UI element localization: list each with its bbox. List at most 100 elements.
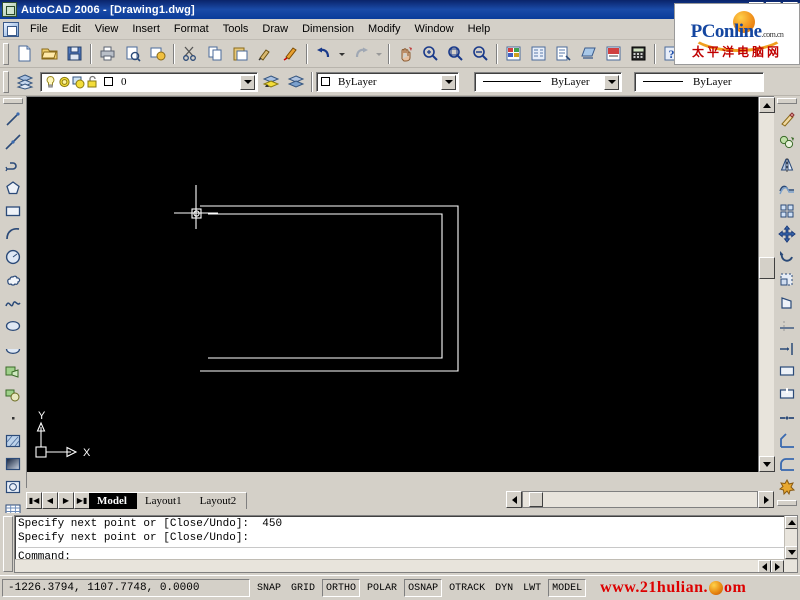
make-object-layer-current-icon[interactable] bbox=[259, 70, 282, 93]
tab-layout2[interactable]: Layout2 bbox=[191, 492, 248, 509]
scroll-up-button[interactable] bbox=[759, 97, 775, 113]
menu-item-view[interactable]: View bbox=[88, 21, 126, 37]
drawing-canvas[interactable]: Y X bbox=[27, 97, 758, 472]
fillet-icon[interactable] bbox=[776, 452, 799, 475]
plot-preview-icon[interactable] bbox=[121, 42, 144, 65]
redo-icon[interactable] bbox=[349, 42, 372, 65]
scale-icon[interactable] bbox=[776, 268, 799, 291]
paste-icon[interactable] bbox=[229, 42, 252, 65]
tool-palettes-icon[interactable] bbox=[552, 42, 575, 65]
document-control-icon[interactable] bbox=[3, 21, 19, 37]
plot-icon[interactable] bbox=[96, 42, 119, 65]
insert-block-icon[interactable] bbox=[2, 360, 25, 383]
polygon-icon[interactable] bbox=[2, 176, 25, 199]
color-control-combo[interactable]: ByLayer bbox=[316, 71, 459, 92]
tab-layout1[interactable]: Layout1 bbox=[136, 492, 193, 509]
array-icon[interactable] bbox=[776, 199, 799, 222]
redo-dropdown-icon[interactable] bbox=[374, 42, 384, 65]
lineweight-control-combo[interactable]: ByLayer bbox=[634, 71, 764, 92]
linetype-control-combo[interactable]: ByLayer bbox=[474, 71, 622, 92]
designcenter-icon[interactable] bbox=[527, 42, 550, 65]
layer-properties-manager-icon[interactable] bbox=[13, 70, 36, 93]
ellipse-icon[interactable] bbox=[2, 314, 25, 337]
markup-set-manager-icon[interactable] bbox=[602, 42, 625, 65]
tab-nav-first[interactable]: ▮◀ bbox=[26, 492, 42, 509]
cmd-scroll-right-button[interactable] bbox=[771, 560, 784, 572]
new-icon[interactable] bbox=[13, 42, 36, 65]
cut-icon[interactable] bbox=[179, 42, 202, 65]
make-block-icon[interactable] bbox=[2, 383, 25, 406]
menu-item-draw[interactable]: Draw bbox=[255, 21, 295, 37]
cmd-scroll-left-button[interactable] bbox=[758, 560, 771, 572]
circle-icon[interactable] bbox=[2, 245, 25, 268]
status-toggle-otrack[interactable]: OTRACK bbox=[446, 579, 488, 597]
block-editor-icon[interactable] bbox=[279, 42, 302, 65]
toolbar-grip[interactable] bbox=[777, 98, 797, 104]
break-icon[interactable] bbox=[776, 383, 799, 406]
status-toggle-osnap[interactable]: OSNAP bbox=[404, 579, 443, 597]
hatch-icon[interactable] bbox=[2, 429, 25, 452]
scroll-thumb[interactable] bbox=[759, 257, 775, 279]
layer-state-icons[interactable] bbox=[41, 75, 100, 89]
menu-item-dimension[interactable]: Dimension bbox=[295, 21, 361, 37]
quick-calc-icon[interactable] bbox=[627, 42, 650, 65]
layer-control-combo[interactable]: 0 bbox=[40, 71, 258, 92]
undo-dropdown-icon[interactable] bbox=[337, 42, 347, 65]
rectangle-icon[interactable] bbox=[2, 199, 25, 222]
menu-item-edit[interactable]: Edit bbox=[55, 21, 88, 37]
tab-nav-prev[interactable]: ◀ bbox=[42, 492, 58, 509]
explode-icon[interactable] bbox=[776, 475, 799, 498]
menu-item-insert[interactable]: Insert bbox=[125, 21, 167, 37]
ellipse-arc-icon[interactable] bbox=[2, 337, 25, 360]
tab-nav-last[interactable]: ▶▮ bbox=[74, 492, 90, 509]
toolbar-grip[interactable] bbox=[3, 98, 23, 104]
hscroll-thumb[interactable] bbox=[529, 492, 543, 507]
chevron-down-icon[interactable] bbox=[441, 74, 456, 90]
menu-item-tools[interactable]: Tools bbox=[216, 21, 256, 37]
canvas-vertical-scrollbar[interactable] bbox=[758, 97, 775, 472]
hscroll-left-button[interactable] bbox=[506, 491, 522, 508]
zoom-realtime-icon[interactable] bbox=[419, 42, 442, 65]
command-horizontal-scrollbar[interactable] bbox=[15, 559, 797, 572]
menu-item-window[interactable]: Window bbox=[407, 21, 460, 37]
status-toggle-snap[interactable]: SNAP bbox=[254, 579, 284, 597]
scroll-down-button[interactable] bbox=[759, 456, 775, 472]
copy-object-icon[interactable] bbox=[776, 130, 799, 153]
chevron-down-icon[interactable] bbox=[240, 74, 255, 90]
toolbar-grip[interactable] bbox=[777, 500, 797, 506]
status-toggle-polar[interactable]: POLAR bbox=[364, 579, 400, 597]
sheet-set-manager-icon[interactable] bbox=[577, 42, 600, 65]
zoom-window-icon[interactable] bbox=[444, 42, 467, 65]
status-toggle-dyn[interactable]: DYN bbox=[492, 579, 516, 597]
cmd-scroll-down-button[interactable] bbox=[785, 546, 797, 559]
join-icon[interactable] bbox=[776, 406, 799, 429]
publish-icon[interactable] bbox=[146, 42, 169, 65]
arc-icon[interactable] bbox=[2, 222, 25, 245]
erase-icon[interactable] bbox=[776, 107, 799, 130]
menu-item-modify[interactable]: Modify bbox=[361, 21, 407, 37]
chamfer-icon[interactable] bbox=[776, 429, 799, 452]
extend-icon[interactable] bbox=[776, 337, 799, 360]
construction-line-icon[interactable] bbox=[2, 130, 25, 153]
gradient-icon[interactable] bbox=[2, 452, 25, 475]
move-icon[interactable] bbox=[776, 222, 799, 245]
tab-nav-next[interactable]: ▶ bbox=[58, 492, 74, 509]
chevron-down-icon[interactable] bbox=[604, 74, 619, 90]
undo-icon[interactable] bbox=[312, 42, 335, 65]
toolbar-grip[interactable] bbox=[3, 70, 9, 93]
rotate-icon[interactable] bbox=[776, 245, 799, 268]
pan-realtime-icon[interactable] bbox=[394, 42, 417, 65]
status-toggle-model[interactable]: MODEL bbox=[548, 579, 587, 597]
coordinate-display[interactable]: -1226.3794, 1107.7748, 0.0000 bbox=[2, 579, 250, 597]
point-icon[interactable] bbox=[2, 406, 25, 429]
hscroll-track[interactable] bbox=[522, 491, 758, 508]
copy-icon[interactable] bbox=[204, 42, 227, 65]
cmd-scroll-up-button[interactable] bbox=[785, 516, 797, 529]
status-toggle-grid[interactable]: GRID bbox=[288, 579, 318, 597]
spline-icon[interactable] bbox=[2, 291, 25, 314]
save-icon[interactable] bbox=[63, 42, 86, 65]
open-icon[interactable] bbox=[38, 42, 61, 65]
hscroll-right-button[interactable] bbox=[758, 491, 774, 508]
menu-item-file[interactable]: File bbox=[23, 21, 55, 37]
command-history[interactable]: Specify next point or [Close/Undo]: 450 … bbox=[14, 515, 798, 573]
